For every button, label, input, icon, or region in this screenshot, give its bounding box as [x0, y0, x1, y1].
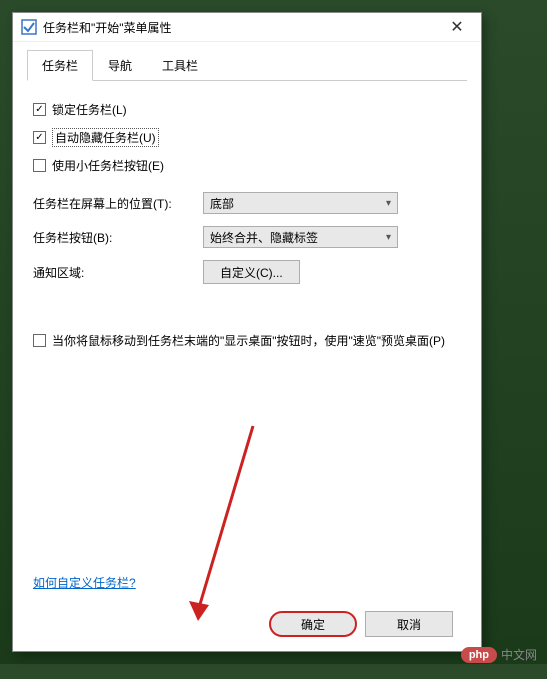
row-lock-taskbar: 锁定任务栏(L): [33, 101, 461, 118]
label-lock: 锁定任务栏(L): [52, 101, 127, 118]
titlebar: 任务栏和"开始"菜单属性 ✕: [13, 13, 481, 42]
label-small-buttons: 使用小任务栏按钮(E): [52, 157, 164, 174]
window-title: 任务栏和"开始"菜单属性: [43, 19, 441, 36]
dialog-footer: 确定 取消: [27, 601, 467, 651]
checkbox-peek[interactable]: [33, 334, 46, 347]
row-peek: 当你将鼠标移动到任务栏末端的"显示桌面"按钮时，使用"速览"预览桌面(P): [33, 332, 461, 349]
checkbox-lock[interactable]: [33, 103, 46, 116]
tab-navigation[interactable]: 导航: [93, 50, 147, 80]
row-position: 任务栏在屏幕上的位置(T): 底部 ▾: [33, 192, 461, 214]
customize-button[interactable]: 自定义(C)...: [203, 260, 300, 284]
row-help-link: 如何自定义任务栏?: [33, 574, 136, 591]
watermark-badge: php: [461, 647, 497, 663]
select-position-value: 底部: [210, 195, 234, 212]
watermark-text: 中文网: [501, 646, 537, 663]
label-taskbar-buttons: 任务栏按钮(B):: [33, 229, 203, 246]
ok-button[interactable]: 确定: [269, 611, 357, 637]
row-taskbar-buttons: 任务栏按钮(B): 始终合并、隐藏标签 ▾: [33, 226, 461, 248]
select-taskbar-buttons[interactable]: 始终合并、隐藏标签 ▾: [203, 226, 398, 248]
help-link[interactable]: 如何自定义任务栏?: [33, 576, 136, 590]
tab-panel: 锁定任务栏(L) 自动隐藏任务栏(U) 使用小任务栏按钮(E) 任务栏在屏幕上的…: [27, 81, 467, 601]
checkbox-small-buttons[interactable]: [33, 159, 46, 172]
label-peek: 当你将鼠标移动到任务栏末端的"显示桌面"按钮时，使用"速览"预览桌面(P): [52, 332, 445, 349]
select-position[interactable]: 底部 ▾: [203, 192, 398, 214]
label-notify-area: 通知区域:: [33, 264, 203, 281]
checkbox-autohide[interactable]: [33, 131, 46, 144]
tab-strip: 任务栏 导航 工具栏: [27, 50, 467, 81]
dialog-content: 任务栏 导航 工具栏 锁定任务栏(L) 自动隐藏任务栏(U) 使用小任务栏按钮(…: [13, 42, 481, 651]
tab-toolbars[interactable]: 工具栏: [147, 50, 213, 80]
close-button[interactable]: ✕: [441, 17, 473, 37]
label-position: 任务栏在屏幕上的位置(T):: [33, 195, 203, 212]
row-notify-area: 通知区域: 自定义(C)...: [33, 260, 461, 284]
row-autohide: 自动隐藏任务栏(U): [33, 128, 461, 147]
row-small-buttons: 使用小任务栏按钮(E): [33, 157, 461, 174]
dialog-window: 任务栏和"开始"菜单属性 ✕ 任务栏 导航 工具栏 锁定任务栏(L) 自动隐藏任…: [12, 12, 482, 652]
select-buttons-value: 始终合并、隐藏标签: [210, 229, 318, 246]
watermark: php 中文网: [461, 646, 537, 663]
cancel-button[interactable]: 取消: [365, 611, 453, 637]
tab-taskbar[interactable]: 任务栏: [27, 50, 93, 81]
chevron-down-icon: ▾: [386, 198, 391, 209]
label-autohide: 自动隐藏任务栏(U): [52, 128, 159, 147]
taskbar-icon: [21, 19, 37, 35]
chevron-down-icon: ▾: [386, 232, 391, 243]
